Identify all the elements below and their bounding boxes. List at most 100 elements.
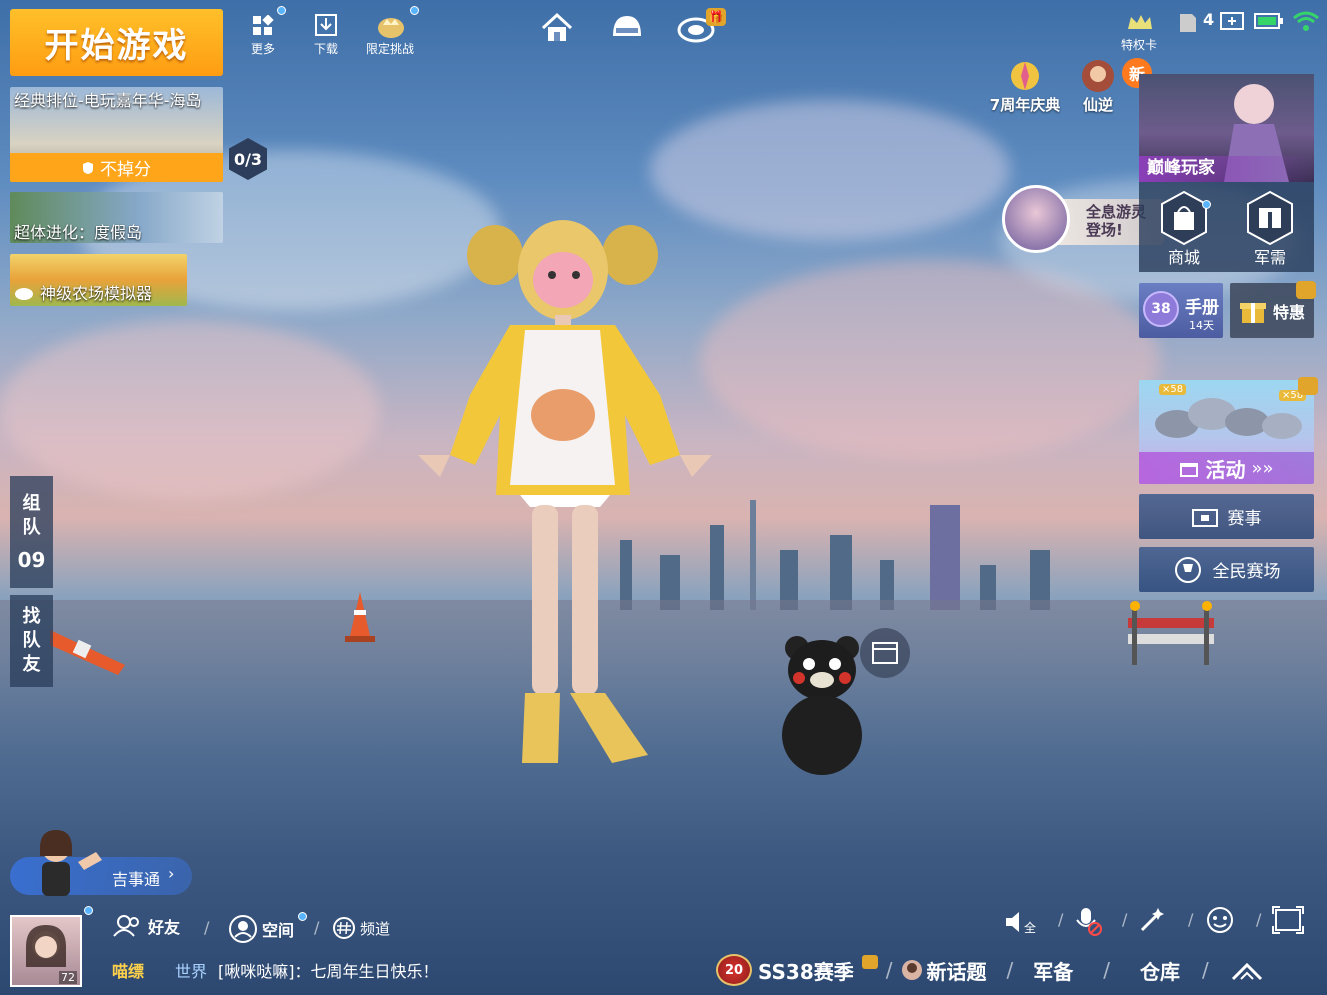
limited-challenge-button[interactable]: 限定挑战 [358, 12, 422, 57]
gift-badge: 🎁 [706, 8, 726, 26]
crown-icon [1128, 15, 1152, 29]
grid-icon [253, 15, 274, 35]
crate-icon [1247, 190, 1293, 246]
gift-box-icon [1239, 302, 1266, 323]
equipment-button[interactable]: 军备 [1033, 956, 1073, 985]
tv-icon [1191, 508, 1218, 527]
shopping-bag-icon [1161, 190, 1207, 246]
friends-button[interactable]: 好友 [112, 914, 180, 938]
handbook-season-icon: 38 [1143, 291, 1179, 327]
channel-button[interactable]: 频道 [332, 916, 390, 940]
magic-wand-icon[interactable] [1138, 906, 1166, 934]
notification-dot [84, 906, 93, 915]
privilege-card-label: 特权卡 [1120, 38, 1157, 52]
divider: / [1202, 958, 1209, 982]
expand-up-icon[interactable] [1231, 959, 1263, 981]
supplies-button[interactable]: 军需 [1241, 190, 1299, 270]
quest-count: 0/3 [233, 149, 263, 169]
hologram-avatar [1002, 185, 1070, 253]
divider: / [1188, 910, 1194, 929]
pet-action-button[interactable] [860, 628, 910, 678]
space-button[interactable]: 空间 [228, 914, 294, 944]
cloud [0, 320, 380, 500]
divider: / [1103, 958, 1110, 982]
chat-message[interactable]: [啾咪哒嘛]：七周年生日快乐！ [218, 958, 439, 982]
no-loss-label: 不掉分 [100, 160, 151, 180]
home-icon[interactable] [540, 12, 574, 44]
arena-button[interactable]: 全民赛场 [1139, 547, 1314, 592]
battery-saver-icon [1220, 12, 1244, 30]
emote-face-icon[interactable] [1204, 904, 1236, 936]
events-button[interactable]: 赛事 [1139, 494, 1314, 539]
gift-badge [1298, 377, 1318, 395]
activity-banner[interactable]: ×58 ×58 活动 »» [1139, 380, 1314, 484]
shield-icon [83, 161, 93, 174]
farm-mode-card[interactable]: 神级农场模拟器 [10, 254, 187, 306]
svg-text:全: 全 [1024, 920, 1036, 935]
season-level: 20 [724, 962, 744, 978]
notification-dot [410, 6, 419, 15]
road-barrier [1128, 601, 1214, 665]
events-label: 赛事 [1227, 509, 1262, 529]
download-button[interactable]: 下载 [306, 12, 346, 57]
team-char: 队 [22, 517, 41, 538]
warehouse-button[interactable]: 仓库 [1140, 956, 1180, 985]
peak-player-banner[interactable]: 巅峰玩家 [1139, 74, 1314, 182]
new-topic-button[interactable]: 新话题 [927, 956, 987, 985]
friends-label: 好友 [148, 918, 181, 937]
farm-mode-label: 神级农场模拟器 [40, 284, 153, 303]
classic-mode-label: 经典排位-电玩嘉年华-海岛 [14, 91, 202, 110]
topic-avatar-icon [901, 960, 922, 980]
wifi-icon [1293, 11, 1319, 31]
space-label: 空间 [262, 921, 295, 940]
helper-avatar [40, 830, 102, 896]
traffic-cone [345, 592, 375, 642]
divider: / [1058, 910, 1064, 929]
classic-ranked-card[interactable]: 经典排位-电玩嘉年华-海岛 不掉分 [10, 87, 223, 182]
anniversary-button[interactable]: 7周年庆典 [984, 58, 1066, 118]
notification-dot [298, 912, 307, 921]
hologram-promo[interactable]: 全息游灵登场! [1000, 185, 1164, 255]
team-tab[interactable]: 组 队 09 [10, 476, 53, 588]
team-count: 09 [17, 548, 46, 572]
find-teammates-tab[interactable]: 找 队 友 [10, 595, 53, 687]
gift-badge [861, 955, 878, 969]
firework-icon [1011, 62, 1039, 90]
cow-icon [15, 288, 33, 300]
download-label: 下载 [313, 42, 338, 56]
trophy-icon [1174, 556, 1201, 583]
gift-badge [1296, 281, 1316, 299]
notification-dot [1202, 200, 1211, 209]
chat-channel[interactable]: 世界 [175, 958, 207, 982]
chevron-right-icon: › [168, 864, 175, 883]
mic-muted-icon[interactable] [1072, 906, 1102, 936]
sim-card-icon [1180, 14, 1196, 32]
download-icon [315, 14, 337, 36]
season-level-badge[interactable]: 20 [716, 954, 752, 986]
divider: / [1122, 910, 1128, 929]
evolution-mode-card[interactable]: 超体进化：度假岛 [10, 192, 223, 243]
coin-multiplier-left: ×58 [1159, 384, 1187, 395]
season-button[interactable]: SS38赛季 [758, 956, 854, 985]
shop-label: 商城 [1167, 248, 1200, 267]
privilege-card-button[interactable]: 特权卡 [1114, 8, 1164, 53]
handbook-label: 手册 [1185, 298, 1219, 318]
fullscreen-icon[interactable] [1272, 906, 1304, 934]
player-character[interactable] [400, 215, 730, 775]
player-avatar[interactable]: 72 [10, 915, 82, 987]
clapboard-icon [872, 642, 898, 664]
supplies-label: 军需 [1253, 248, 1286, 267]
xianni-button[interactable]: 仙逆 [1068, 58, 1128, 118]
gift-icon [1180, 463, 1199, 477]
channel-label: 频道 [360, 919, 391, 938]
arena-label: 全民赛场 [1212, 562, 1281, 582]
speaker-all-icon[interactable]: 全 [1004, 908, 1038, 936]
fallen-traffic-cone [50, 630, 125, 675]
handbook-days: 14天 [1189, 319, 1214, 332]
handbook-button[interactable]: 38 手册 14天 [1139, 283, 1223, 338]
notification-dot [277, 6, 286, 15]
player-name[interactable]: 喵缥 [112, 958, 144, 982]
more-button[interactable]: 更多 [243, 12, 283, 57]
start-game-button[interactable]: 开始游戏 [10, 9, 223, 76]
helmet-icon[interactable] [610, 12, 644, 44]
